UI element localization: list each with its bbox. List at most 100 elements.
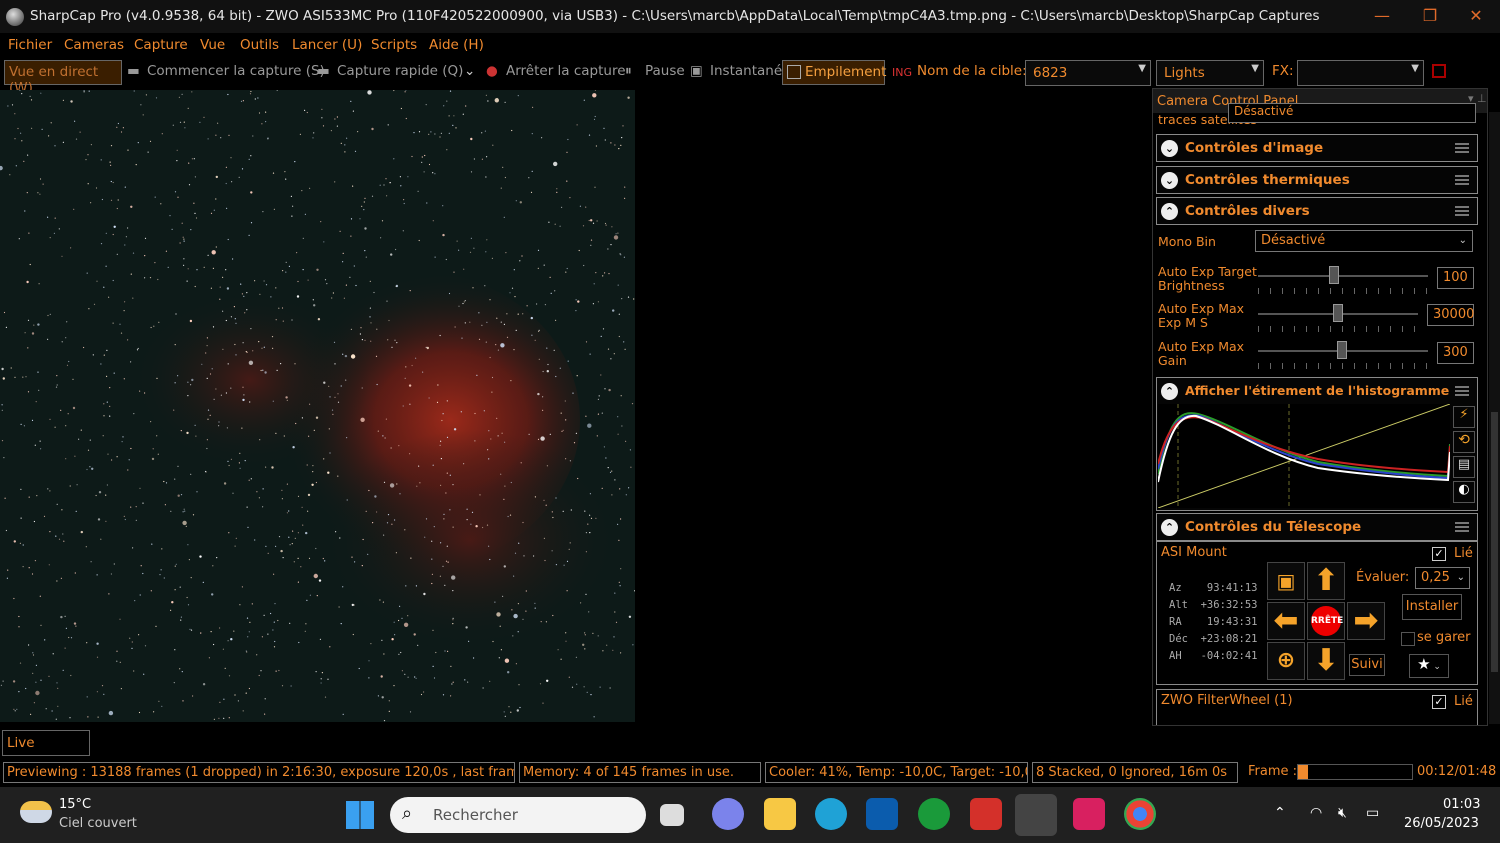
arrow-left-icon[interactable]: ⬅ xyxy=(1267,602,1305,640)
stacking-button[interactable]: Empilement xyxy=(782,60,886,85)
chevron-up-icon[interactable]: ⌃ xyxy=(1161,383,1178,400)
section-misc-controls[interactable]: ⌃ Contrôles divers xyxy=(1156,197,1478,225)
fx-label: FX: xyxy=(1272,63,1294,79)
close-button[interactable]: ✕ xyxy=(1456,4,1496,28)
menu-icon[interactable] xyxy=(1455,175,1469,185)
mount-linked-label: Lié xyxy=(1454,546,1473,561)
chevron-down-icon[interactable]: ⌄ xyxy=(1161,140,1178,157)
camera-icon: ▬ xyxy=(317,63,330,79)
slider-thumb[interactable] xyxy=(1337,341,1347,359)
crosshair-icon[interactable]: ⊕ xyxy=(1267,642,1305,680)
save-icon[interactable]: ▤ xyxy=(1453,456,1475,478)
auto-exp-max-label: Auto Exp Max Exp M S xyxy=(1158,301,1245,330)
auto-exp-target-input[interactable]: 100 xyxy=(1437,267,1474,289)
window-title: SharpCap Pro (v4.0.9538, 64 bit) - ZWO A… xyxy=(30,8,1320,24)
start-capture-button[interactable]: Commencer la capture (S) xyxy=(147,63,325,79)
menu-tools[interactable]: Outils xyxy=(240,37,279,53)
filterwheel-linked-checkbox[interactable]: ✓ xyxy=(1432,695,1446,709)
menu-cameras[interactable]: Cameras xyxy=(64,37,124,53)
stop-mount-button[interactable]: RRÊTE xyxy=(1307,602,1345,640)
slider-thumb[interactable] xyxy=(1329,266,1339,284)
arrow-right-icon[interactable]: ➡ xyxy=(1347,602,1385,640)
menu-icon[interactable] xyxy=(1455,386,1469,396)
volume-muted-icon[interactable]: 🔇︎ xyxy=(1338,805,1347,821)
nebula-image xyxy=(0,90,635,722)
restore-button[interactable]: ❐ xyxy=(1410,4,1450,28)
goto-icon[interactable]: ▣ xyxy=(1267,562,1305,600)
star-icon[interactable]: ★ ⌄ xyxy=(1409,654,1449,678)
menu-scripts[interactable]: Scripts xyxy=(371,37,417,53)
menu-icon[interactable] xyxy=(1455,206,1469,216)
stop-capture-button[interactable]: Arrêter la capture xyxy=(506,63,626,79)
lightning-icon[interactable]: ⚡ xyxy=(1453,406,1475,428)
target-name-input[interactable]: 6823 ▼ xyxy=(1025,60,1151,86)
section-telescope-controls[interactable]: ⌃ Contrôles du Télescope xyxy=(1156,513,1478,541)
windows-start-icon[interactable] xyxy=(346,801,374,829)
pause-button[interactable]: Pause xyxy=(645,63,685,79)
section-image-controls[interactable]: ⌄ Contrôles d'image xyxy=(1156,134,1478,162)
task-view-icon[interactable] xyxy=(660,804,684,826)
snapshot-icon: ▣ xyxy=(690,63,703,79)
scrollbar-thumb[interactable] xyxy=(1491,412,1498,672)
slider-thumb[interactable] xyxy=(1333,304,1343,322)
record-icon[interactable] xyxy=(1432,64,1446,78)
menu-icon[interactable] xyxy=(1455,143,1469,153)
snapshot-button[interactable]: Instantané xyxy=(710,63,782,79)
auto-exp-target-slider[interactable] xyxy=(1258,275,1428,277)
menu-view[interactable]: Vue xyxy=(200,37,225,53)
clock-time[interactable]: 01:03 xyxy=(1443,797,1480,812)
app-red-icon[interactable] xyxy=(970,798,1002,830)
chrome-icon[interactable] xyxy=(1124,798,1156,830)
quick-capture-button[interactable]: Capture rapide (Q) xyxy=(337,63,463,79)
chevron-up-icon[interactable]: ⌃ xyxy=(1161,203,1178,220)
live-view-button[interactable]: Vue en direct (W) xyxy=(4,60,122,96)
park-checkbox[interactable] xyxy=(1401,632,1415,646)
search-box[interactable]: ⌕ Rechercher xyxy=(390,797,646,833)
file-explorer-icon[interactable] xyxy=(764,798,796,830)
chevron-up-icon[interactable]: ⌃ xyxy=(1274,805,1286,821)
menu-help[interactable]: Aide (H) xyxy=(429,37,484,53)
phd-icon[interactable] xyxy=(918,798,950,830)
status-preview: Previewing : 13188 frames (1 dropped) in… xyxy=(3,762,515,783)
frame-type-value: Lights xyxy=(1164,65,1205,81)
contrast-icon[interactable]: ◐ xyxy=(1453,481,1475,503)
mono-bin-select[interactable]: Désactivé ⌄ xyxy=(1255,230,1473,252)
battery-icon[interactable]: ▭ xyxy=(1366,805,1379,821)
menu-launch[interactable]: Lancer (U) xyxy=(292,37,362,53)
panel-scrollbar[interactable] xyxy=(1489,112,1500,724)
image-viewer[interactable] xyxy=(0,90,635,722)
menu-capture[interactable]: Capture xyxy=(134,37,188,53)
auto-exp-max-input[interactable]: 30000 xyxy=(1427,304,1474,326)
chevron-up-icon[interactable]: ⌃ xyxy=(1161,519,1178,536)
reset-icon[interactable]: ⟲ xyxy=(1453,431,1475,453)
section-histogram[interactable]: ⌃ Afficher l'étirement de l'histogramme … xyxy=(1156,377,1478,511)
minimize-button[interactable]: — xyxy=(1362,4,1402,28)
edge-icon[interactable] xyxy=(815,798,847,830)
store-icon[interactable] xyxy=(866,798,898,830)
teams-icon[interactable] xyxy=(712,798,744,830)
tracking-button[interactable]: Suivi xyxy=(1349,654,1385,676)
menu-file[interactable]: Fichier xyxy=(8,37,52,53)
sharpcap-taskbar-icon[interactable] xyxy=(1015,794,1057,836)
frame-type-select[interactable]: Lights ▼ xyxy=(1156,60,1264,86)
weather-desc[interactable]: Ciel couvert xyxy=(59,816,137,831)
pause-icon: ⏸ xyxy=(625,63,632,79)
arrow-up-icon[interactable]: ⬆ xyxy=(1307,562,1345,600)
auto-exp-gain-input[interactable]: 300 xyxy=(1437,342,1474,364)
chevron-down-icon[interactable]: ⌄ xyxy=(1161,172,1178,189)
chevron-down-icon[interactable]: ⌄ xyxy=(464,63,475,79)
evaluate-select[interactable]: 0,25 ⌄ xyxy=(1415,567,1470,589)
install-button[interactable]: Installer xyxy=(1402,594,1462,620)
section-thermal-controls[interactable]: ⌄ Contrôles thermiques xyxy=(1156,166,1478,194)
mount-linked-checkbox[interactable]: ✓ xyxy=(1432,547,1446,561)
wifi-icon[interactable]: ◠ xyxy=(1310,805,1322,821)
satellite-trails-select[interactable]: Désactivé xyxy=(1228,103,1476,123)
live-stacking-tab[interactable]: Live Stacking xyxy=(2,730,90,775)
menu-icon[interactable] xyxy=(1455,522,1469,532)
fx-select[interactable]: ▼ xyxy=(1297,60,1424,86)
clock-date[interactable]: 26/05/2023 xyxy=(1404,816,1479,831)
coord-az: Az 93:41:13 xyxy=(1169,582,1258,594)
app-pink-icon[interactable] xyxy=(1073,798,1105,830)
arrow-down-icon[interactable]: ⬇ xyxy=(1307,642,1345,680)
histogram-chart[interactable] xyxy=(1158,404,1450,508)
